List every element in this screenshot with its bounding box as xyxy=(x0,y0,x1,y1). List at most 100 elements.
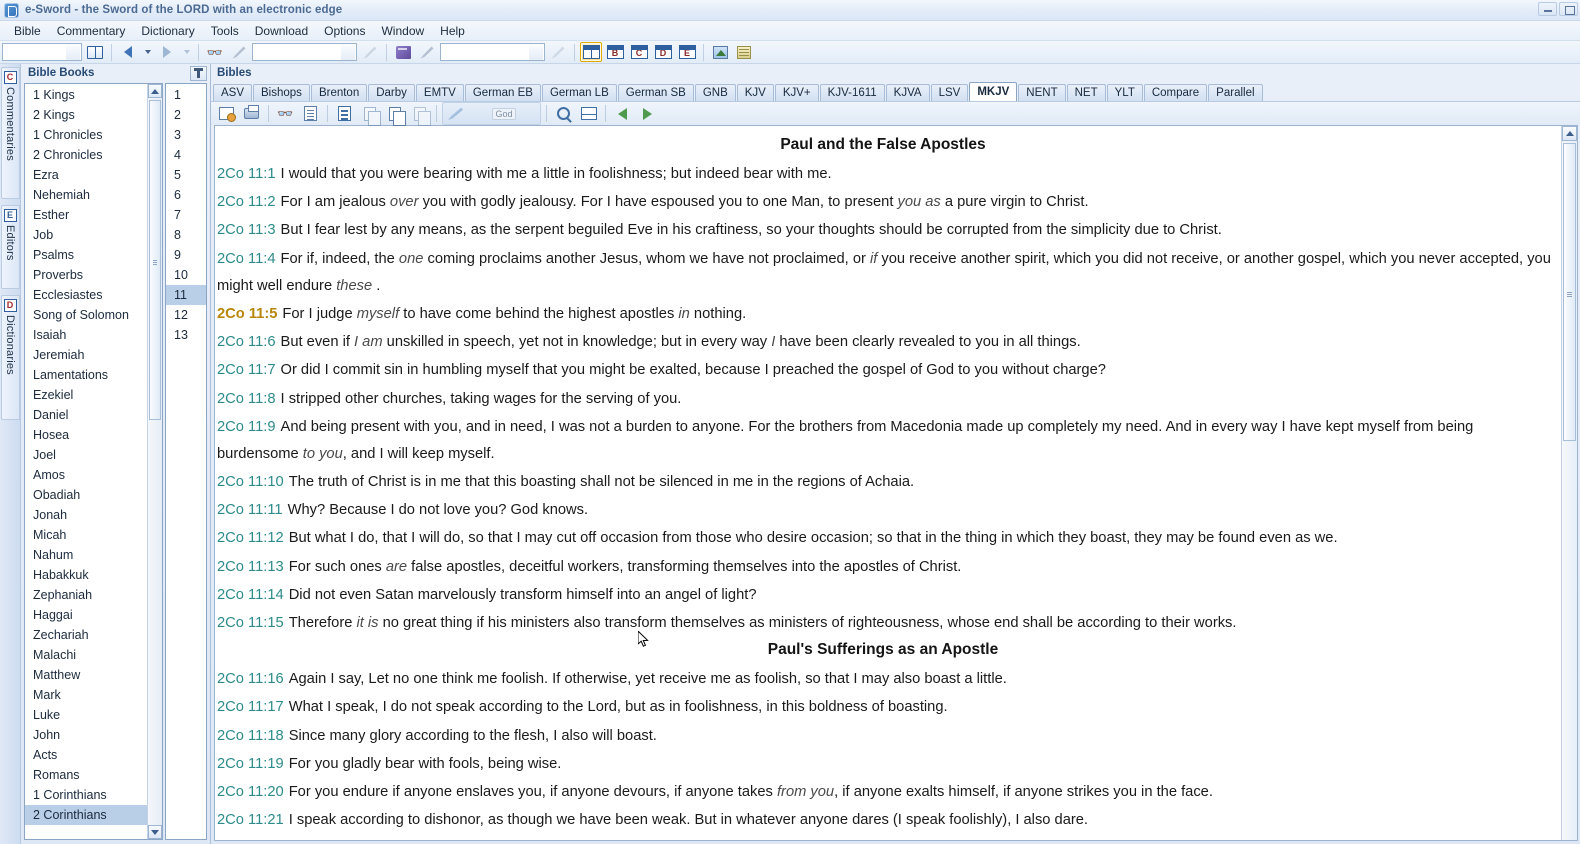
topic-button[interactable] xyxy=(333,103,356,124)
scrollbar-thumb[interactable] xyxy=(149,100,161,420)
bible-tab-kjv[interactable]: KJV xyxy=(736,84,774,101)
book-list-item[interactable]: Mark xyxy=(25,685,147,705)
verse[interactable]: 2Co 11:3 But I fear lest by any means, as… xyxy=(215,217,1551,244)
bible-tab-parallel[interactable]: Parallel xyxy=(1208,84,1263,101)
book-list-item[interactable]: Lamentations xyxy=(25,365,147,385)
bible-tab-gnb[interactable]: GNB xyxy=(694,84,736,101)
search-text-combo[interactable] xyxy=(252,43,357,61)
book-list-item[interactable]: Job xyxy=(25,225,147,245)
book-list-item[interactable]: Amos xyxy=(25,465,147,485)
menu-options[interactable]: Options xyxy=(316,22,373,40)
chapter-list-item[interactable]: 1 xyxy=(166,85,206,105)
book-list-item[interactable]: Esther xyxy=(25,205,147,225)
dictionary-go-button[interactable] xyxy=(547,42,569,62)
verse-reference[interactable]: 2Co 11:1 xyxy=(217,166,276,182)
scripture-scrollbar[interactable] xyxy=(1561,126,1577,840)
verse-reference[interactable]: 2Co 11:17 xyxy=(217,699,284,715)
book-list-item[interactable]: Nehemiah xyxy=(25,185,147,205)
chapter-list-item[interactable]: 4 xyxy=(166,145,206,165)
copy-verse-button[interactable] xyxy=(358,103,381,126)
bible-tab-kjva[interactable]: KJVA xyxy=(885,84,930,101)
forward-history-dropdown[interactable] xyxy=(180,42,193,62)
layout-e-button[interactable]: E xyxy=(676,42,698,62)
chapter-list-item[interactable]: 13 xyxy=(166,325,206,345)
find-verse-button[interactable] xyxy=(299,103,322,124)
chapter-list[interactable]: 1 2 3 4 5 6 7 8 9 10 11 12 13 xyxy=(165,83,207,840)
bible-tab-german-eb[interactable]: German EB xyxy=(464,84,541,101)
scroll-up-button[interactable] xyxy=(148,84,162,98)
verse-reference[interactable]: 2Co 11:7 xyxy=(217,362,276,378)
book-list-item[interactable]: Ezra xyxy=(25,165,147,185)
sidebar-tab-editors[interactable]: E Editors xyxy=(0,205,20,289)
chapter-list-item[interactable]: 3 xyxy=(166,125,206,145)
bible-tab-emtv[interactable]: EMTV xyxy=(415,84,464,101)
verse[interactable]: 2Co 11:9 And being present with you, and … xyxy=(215,414,1551,468)
chapter-list-item[interactable]: 8 xyxy=(166,225,206,245)
verse[interactable]: 2Co 11:2 For I am jealous over you with g… xyxy=(215,189,1551,216)
verse-reference[interactable]: 2Co 11:18 xyxy=(217,728,284,744)
split-view-button[interactable] xyxy=(577,103,600,124)
book-list-item[interactable]: Haggai xyxy=(25,605,147,625)
open-book-button[interactable] xyxy=(84,42,106,62)
daily-devotional-button[interactable] xyxy=(733,42,755,62)
bible-tab-compare[interactable]: Compare xyxy=(1143,84,1208,101)
layout-default-button[interactable] xyxy=(580,42,602,62)
verse[interactable]: 2Co 11:4 For if, indeed, the one coming p… xyxy=(215,246,1551,300)
verse[interactable]: 2Co 11:11 Why? Because I do not love you?… xyxy=(215,497,1551,524)
book-list-item[interactable]: Jonah xyxy=(25,505,147,525)
scrollbar-thumb[interactable] xyxy=(1563,143,1576,441)
verse-reference[interactable]: 2Co 11:21 xyxy=(217,812,284,828)
verse[interactable]: 2Co 11:1 I would that you were bearing wi… xyxy=(215,161,1551,188)
book-list-item[interactable]: Song of Solomon xyxy=(25,305,147,325)
bible-tab-net[interactable]: NET xyxy=(1066,84,1106,101)
bible-tab-asv[interactable]: ASV xyxy=(213,84,253,101)
chevron-down-icon[interactable] xyxy=(529,44,543,60)
book-list-item[interactable]: Romans xyxy=(25,765,147,785)
layout-c-button[interactable]: C xyxy=(628,42,650,62)
verse-reference[interactable]: 2Co 11:3 xyxy=(217,222,276,238)
book-list-item[interactable]: Proverbs xyxy=(25,265,147,285)
next-chapter-button[interactable] xyxy=(636,103,659,124)
layout-d-button[interactable]: D xyxy=(652,42,674,62)
menu-tools[interactable]: Tools xyxy=(203,22,247,40)
chevron-down-icon[interactable] xyxy=(66,44,80,60)
bible-tab-darby[interactable]: Darby xyxy=(368,84,415,101)
book-list-item[interactable]: Hosea xyxy=(25,425,147,445)
bible-tab-german-sb[interactable]: German SB xyxy=(617,84,694,101)
verse[interactable]: 2Co 11:15 Therefore it is no great thing … xyxy=(215,610,1551,637)
menu-window[interactable]: Window xyxy=(373,22,432,40)
menu-dictionary[interactable]: Dictionary xyxy=(133,22,202,40)
chapter-list-item[interactable]: 11 xyxy=(166,285,206,305)
verse-reference[interactable]: 2Co 11:2 xyxy=(217,194,276,210)
book-list-item[interactable]: Acts xyxy=(25,745,147,765)
search-button[interactable]: 👓 xyxy=(204,42,226,62)
bible-tab-nent[interactable]: NENT xyxy=(1018,84,1066,101)
book-list-item[interactable]: Ezekiel xyxy=(25,385,147,405)
book-list-item[interactable]: Habakkuk xyxy=(25,565,147,585)
verse-reference[interactable]: 2Co 11:15 xyxy=(217,615,284,631)
scroll-up-button[interactable] xyxy=(1562,126,1577,141)
paste-button[interactable] xyxy=(408,103,431,126)
book-list-item[interactable]: Joel xyxy=(25,445,147,465)
verse-reference[interactable]: 2Co 11:12 xyxy=(217,530,284,546)
bible-tab-brenton[interactable]: Brenton xyxy=(310,84,368,101)
verse-reference[interactable]: 2Co 11:4 xyxy=(217,251,276,267)
scroll-down-button[interactable] xyxy=(148,825,162,839)
chapter-list-item[interactable]: 2 xyxy=(166,105,206,125)
menu-help[interactable]: Help xyxy=(432,22,473,40)
zoom-button[interactable] xyxy=(552,103,575,124)
chapter-list-item[interactable]: 7 xyxy=(166,205,206,225)
book-list-item[interactable]: Zechariah xyxy=(25,625,147,645)
chapter-list-item[interactable]: 10 xyxy=(166,265,206,285)
scripture-text[interactable]: Paul and the False Apostles 2Co 11:1 I wo… xyxy=(215,126,1561,840)
verse[interactable]: 2Co 11:19 For you gladly bear with fools,… xyxy=(215,751,1551,778)
book-list[interactable]: 1 Kings 2 Kings 1 Chronicles 2 Chronicles Ez… xyxy=(24,83,163,840)
chapter-list-item[interactable]: 5 xyxy=(166,165,206,185)
print-button[interactable] xyxy=(240,103,263,124)
previous-chapter-button[interactable] xyxy=(611,103,634,124)
navigate-forward-button[interactable] xyxy=(156,42,178,62)
verse-reference[interactable]: 2Co 11:6 xyxy=(217,334,276,350)
book-list-item[interactable]: Matthew xyxy=(25,665,147,685)
verse[interactable]: 2Co 11:16 Again I say, Let no one think m… xyxy=(215,666,1551,693)
maximize-button[interactable] xyxy=(1559,2,1578,16)
